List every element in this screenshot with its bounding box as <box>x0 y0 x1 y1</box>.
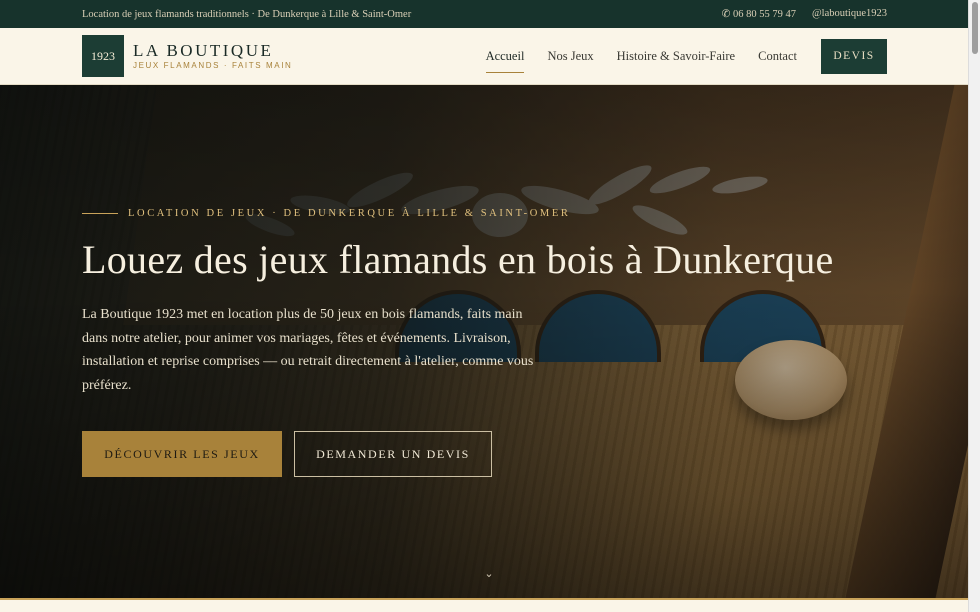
logo-year: 1923 <box>91 48 115 63</box>
nav-item-contact[interactable]: Contact <box>758 45 797 68</box>
brand[interactable]: LA BOUTIQUE JEUX FLAMANDS · FAITS MAIN <box>133 42 292 70</box>
hero-section: LOCATION DE JEUX · DE DUNKERQUE À LILLE … <box>0 85 968 598</box>
discover-games-button[interactable]: DÉCOUVRIR LES JEUX <box>82 431 282 477</box>
social-link[interactable]: @laboutique1923 <box>812 8 887 20</box>
devis-button[interactable]: DEVIS <box>821 38 887 74</box>
hero-eyebrow: LOCATION DE JEUX · DE DUNKERQUE À LILLE … <box>82 208 571 219</box>
site-header: 1923 LA BOUTIQUE JEUX FLAMANDS · FAITS M… <box>0 28 968 85</box>
nav-item-accueil[interactable]: Accueil <box>485 45 524 73</box>
chevron-down-icon[interactable]: ⌄ <box>483 568 495 580</box>
brand-tagline: JEUX FLAMANDS · FAITS MAIN <box>133 61 293 70</box>
brand-name: LA BOUTIQUE <box>133 41 274 60</box>
top-info-bar: Location de jeux flamands traditionnels … <box>0 0 968 28</box>
request-quote-button[interactable]: DEMANDER UN DEVIS <box>294 431 492 477</box>
logo-badge[interactable]: 1923 <box>82 35 124 77</box>
phone-link[interactable]: ✆ 06 80 55 79 47 <box>722 8 796 20</box>
hero-title: Louez des jeux flamands en bois à Dunker… <box>82 237 834 282</box>
next-section-edge <box>0 598 968 612</box>
eyebrow-text: LOCATION DE JEUX · DE DUNKERQUE À LILLE … <box>128 208 571 219</box>
topbar-tagline: Location de jeux flamands traditionnels … <box>82 8 412 20</box>
nav-item-nos-jeux[interactable]: Nos Jeux <box>547 45 593 68</box>
topbar-contact: ✆ 06 80 55 79 47 @laboutique1923 <box>722 8 887 20</box>
eyebrow-rule <box>82 213 118 214</box>
page-scrollbar[interactable] <box>968 0 980 612</box>
main-nav: Accueil Nos Jeux Histoire & Savoir-Faire… <box>485 38 887 74</box>
hero-lead: La Boutique 1923 met en location plus de… <box>82 307 534 393</box>
nav-item-histoire[interactable]: Histoire & Savoir-Faire <box>617 45 735 68</box>
scrollbar-thumb[interactable] <box>972 2 978 54</box>
